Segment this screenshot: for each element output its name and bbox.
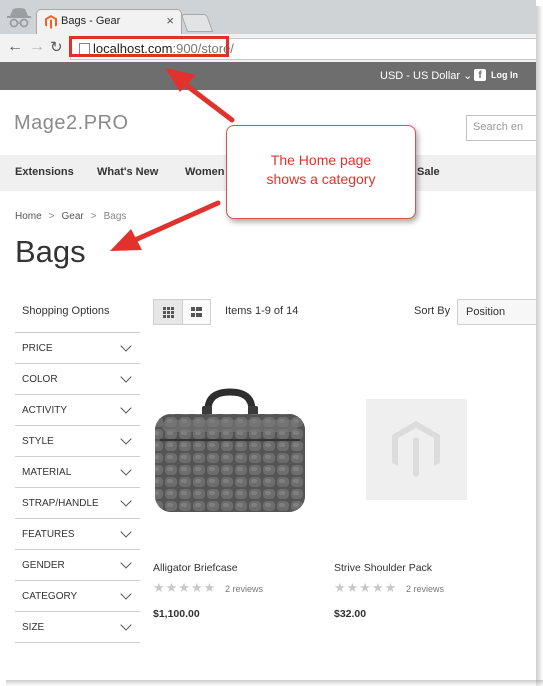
annotation-callout: The Home page shows a category [226,125,416,219]
filter-style[interactable]: STYLE [15,426,140,457]
product-price: $1,100.00 [153,608,200,620]
filter-activity[interactable]: ACTIVITY [15,395,140,426]
sort-by-value: Position [466,306,506,318]
back-arrow-icon[interactable]: ← [7,38,23,56]
filter-price[interactable]: PRICE [15,333,140,364]
rating-stars: ★★★★★ [334,580,398,595]
filter-gender[interactable]: GENDER [15,550,140,581]
breadcrumb: Home > Gear > Bags [15,211,126,222]
product-price: $32.00 [334,608,367,620]
breadcrumb-separator: > [90,211,97,222]
product-name[interactable]: Alligator Briefcase [153,562,238,574]
filter-material[interactable]: MATERIAL [15,457,140,488]
sort-by-label: Sort By [414,305,451,317]
chevron-down-icon [120,526,132,538]
filter-label: CATEGORY [22,591,78,602]
background-tabs [230,11,536,29]
chevron-down-icon [120,340,132,352]
screenshot-frame: Bags - Gear × ← → ↻ localhost.com:900/st… [0,0,536,680]
grid-view-button[interactable] [154,300,183,324]
menu-item-sale[interactable]: Sale [417,166,440,178]
sort-by-select[interactable]: Position [457,299,536,325]
strive-shoulder-pack-image[interactable] [366,399,467,500]
filter-label: STRAP/HANDLE [22,498,99,509]
chevron-down-icon [120,371,132,383]
chevron-down-icon [120,464,132,476]
store-topbar: USD - US Dollar ⌄ f Log In [0,62,536,90]
breadcrumb-separator: > [48,211,55,222]
filter-strap-handle[interactable]: STRAP/HANDLE [15,488,140,519]
filter-label: MATERIAL [22,467,72,478]
reload-icon[interactable]: ↻ [50,38,63,56]
tab-close-icon[interactable]: × [166,13,174,28]
search-placeholder: Search en [473,121,524,133]
alligator-briefcase-image[interactable] [150,380,310,520]
breadcrumb-gear[interactable]: Gear [62,211,84,222]
chevron-down-icon [120,557,132,569]
url-highlight-box [69,36,229,57]
chevron-down-icon [120,588,132,600]
shopping-options-title: Shopping Options [22,305,110,317]
menu-item-women[interactable]: Women [185,166,225,178]
incognito-icon [7,8,31,28]
rating-stars: ★★★★★ [153,580,217,595]
chevron-down-icon [120,619,132,631]
filter-label: GENDER [22,560,65,571]
menu-item-extensions[interactable]: Extensions [15,166,74,178]
magento-placeholder-icon [392,421,440,477]
currency-label: USD - US Dollar [380,70,461,82]
reviews-link[interactable]: 2 reviews [406,584,444,594]
store-logo[interactable]: Mage2.PRO [14,112,129,135]
filter-label: FEATURES [22,529,75,540]
callout-line-2: shows a category [266,171,376,187]
frame-shadow [536,6,543,686]
filter-color[interactable]: COLOR [15,364,140,395]
frame-shadow [6,680,543,686]
reviews-link[interactable]: 2 reviews [225,584,263,594]
list-view-button[interactable] [183,300,210,324]
page-title: Bags [15,234,86,269]
tab-title: Bags - Gear [61,15,121,27]
forward-arrow-icon[interactable]: → [29,38,45,56]
filter-label: STYLE [22,436,54,447]
chevron-down-icon [120,495,132,507]
new-tab-button[interactable] [180,14,214,32]
filter-label: SIZE [22,622,45,633]
chevron-down-icon [120,402,132,414]
filter-label: COLOR [22,374,58,385]
browser-tabbar: Bags - Gear × [0,0,536,35]
breadcrumb-home[interactable]: Home [15,211,42,222]
grid-icon [163,307,174,318]
search-input[interactable]: Search en [466,115,536,141]
breadcrumb-current: Bags [103,211,127,222]
chevron-down-icon [120,433,132,445]
magento-favicon-icon [45,15,57,29]
menu-item-whats-new[interactable]: What's New [97,166,158,178]
view-mode-switcher [153,299,211,325]
active-tab[interactable]: Bags - Gear × [36,9,182,35]
list-icon [191,307,202,317]
filter-features[interactable]: FEATURES [15,519,140,550]
product-name[interactable]: Strive Shoulder Pack [334,562,432,574]
filter-size[interactable]: SIZE [15,612,140,643]
facebook-icon[interactable]: f [474,69,486,81]
filter-label: PRICE [22,343,53,354]
items-count: Items 1-9 of 14 [225,305,299,317]
filter-category[interactable]: CATEGORY [15,581,140,612]
login-link[interactable]: Log In [491,70,518,80]
callout-line-1: The Home page [270,152,372,168]
currency-switcher[interactable]: USD - US Dollar ⌄ [380,69,472,82]
filter-label: ACTIVITY [22,405,68,416]
